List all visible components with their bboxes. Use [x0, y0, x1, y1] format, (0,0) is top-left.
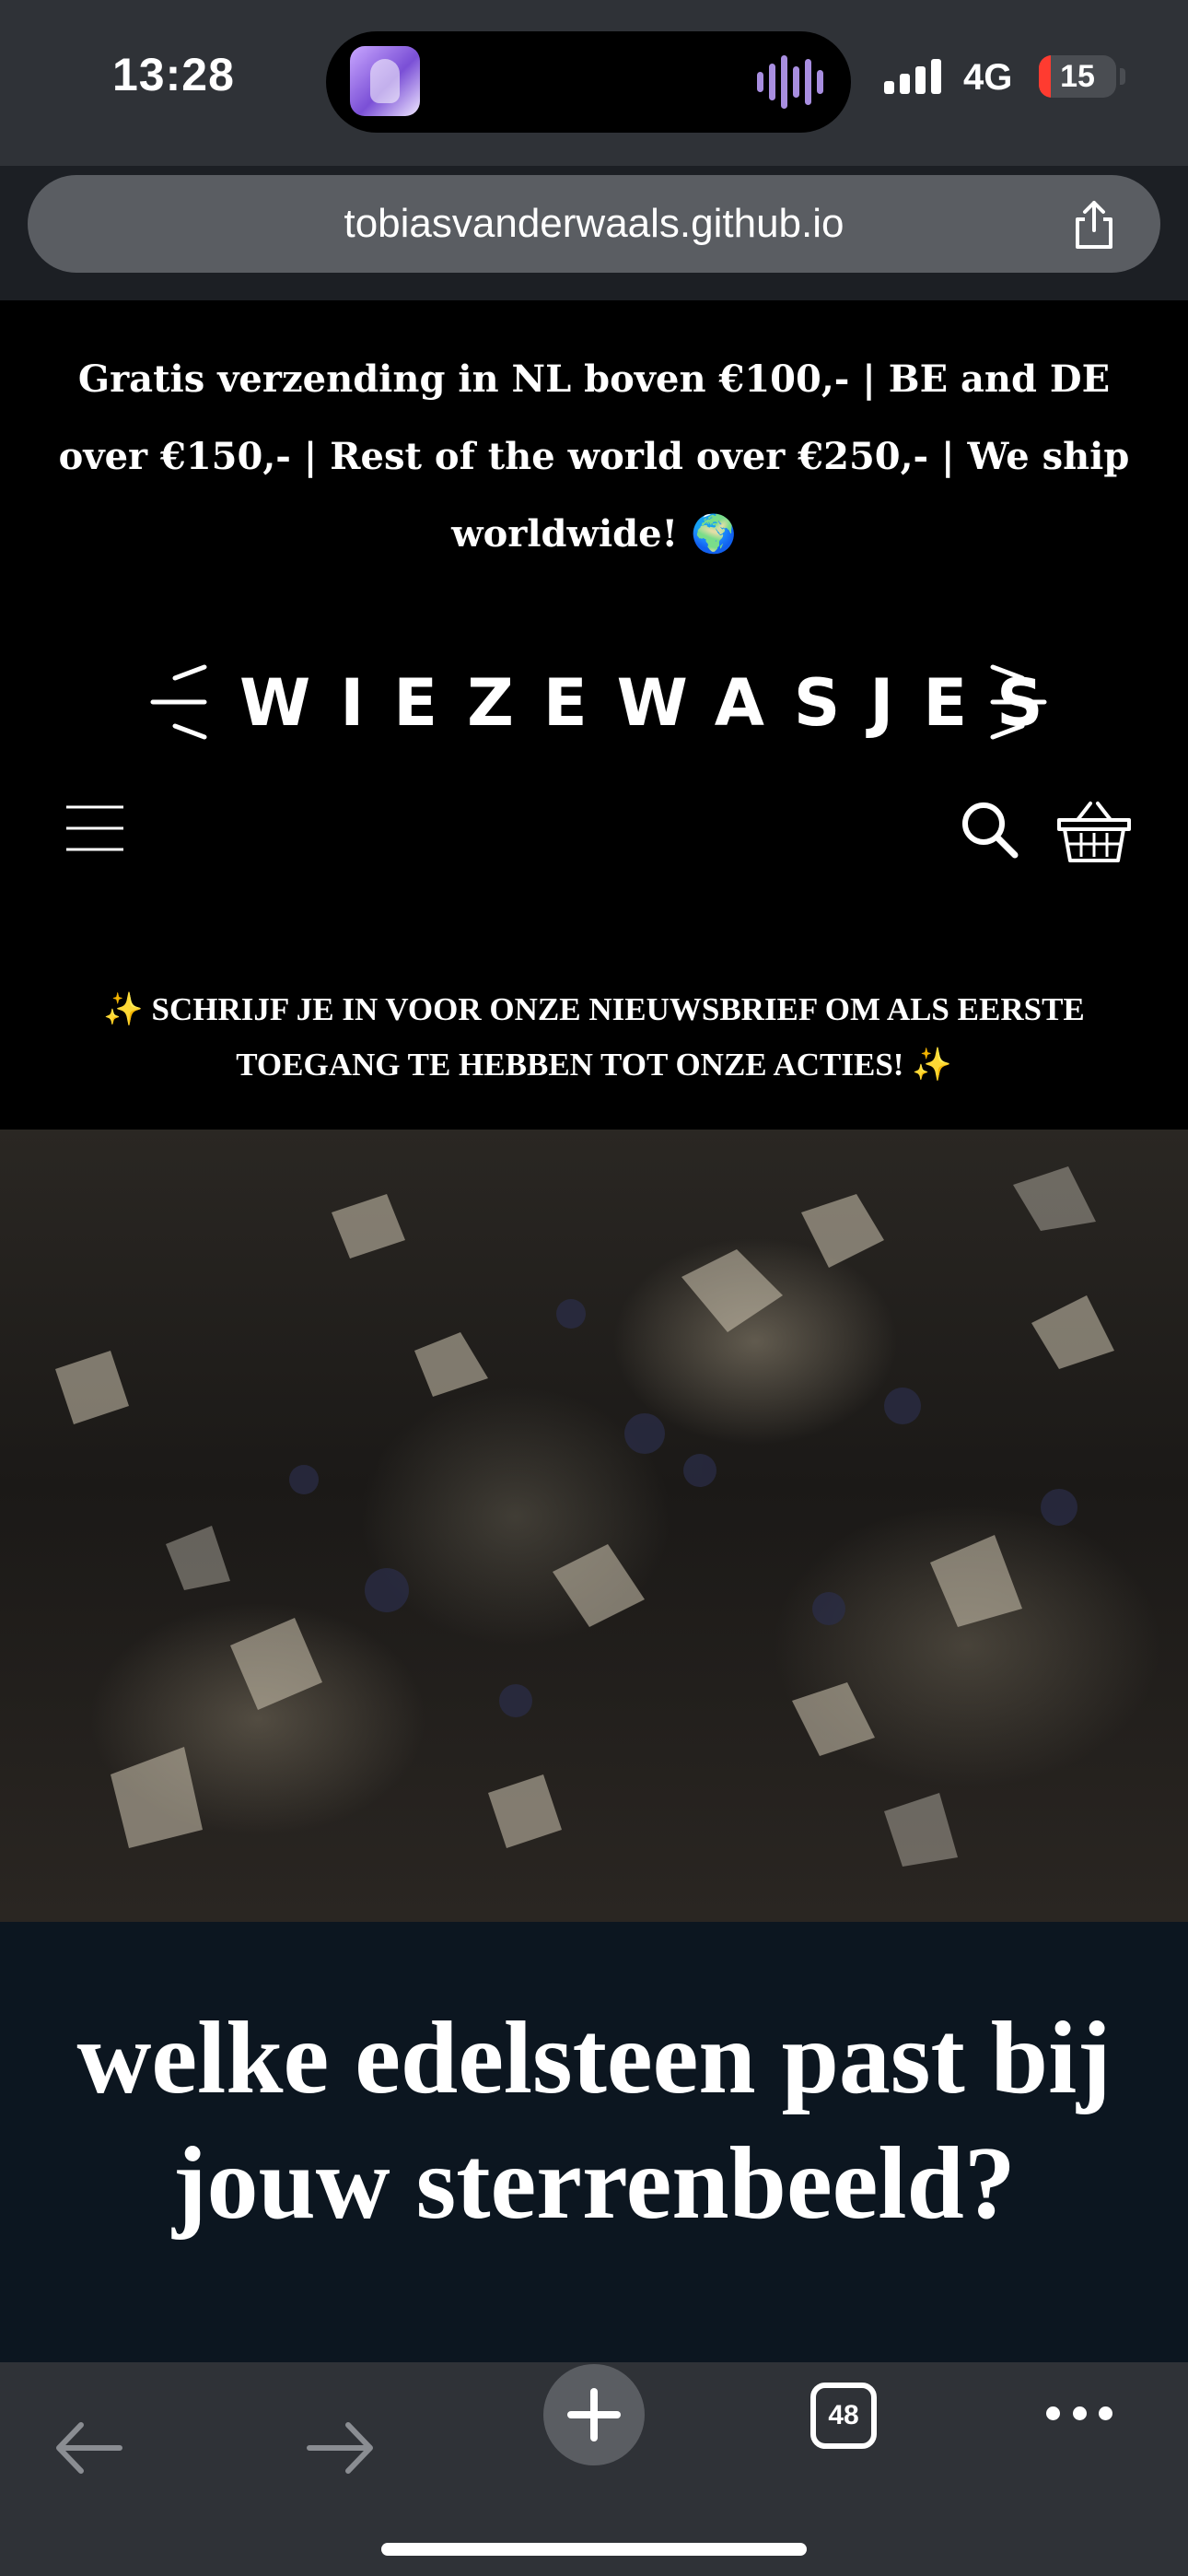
- crystal-texture: [55, 1166, 1114, 1867]
- tab-count: 48: [828, 2400, 859, 2430]
- newsletter-banner[interactable]: ✨ SCHRIJF JE IN VOOR ONZE NIEUWSBRIEF OM…: [64, 982, 1124, 1093]
- url-text[interactable]: tobiasvanderwaals.github.io: [28, 175, 1160, 273]
- back-arrow-icon[interactable]: [52, 2418, 125, 2478]
- battery-level: 15: [1060, 59, 1095, 94]
- hero-image-pyrite: [0, 1130, 1188, 1922]
- tabs-icon[interactable]: 48: [810, 2383, 877, 2449]
- waveform-icon: [757, 55, 823, 109]
- search-icon[interactable]: [958, 798, 1020, 861]
- basket-icon[interactable]: [1057, 800, 1131, 864]
- share-icon[interactable]: [1066, 197, 1122, 252]
- avatar-icon[interactable]: [350, 46, 420, 116]
- more-icon[interactable]: [1046, 2406, 1112, 2425]
- web-page: Gratis verzending in NL boven €100,- | B…: [0, 300, 1188, 2362]
- network-type: 4G: [963, 57, 1013, 98]
- cellular-signal-icon: [884, 57, 941, 94]
- status-time: 13:28: [112, 49, 235, 100]
- site-logo[interactable]: WIEZEWASJES: [138, 660, 1050, 752]
- hero-title: welke edelsteen past bij jouw sterrenbee…: [76, 2001, 1112, 2241]
- status-bar: 13:28 4G 15 tobiasvanderwaals.github.io: [0, 0, 1188, 273]
- home-indicator[interactable]: [381, 2543, 807, 2556]
- shipping-banner: Gratis verzending in NL boven €100,- | B…: [58, 357, 1130, 556]
- dynamic-island[interactable]: [326, 31, 851, 133]
- logo-burst-left-icon: [150, 664, 207, 740]
- menu-icon[interactable]: [64, 803, 125, 853]
- battery-icon: 15: [1039, 55, 1116, 98]
- logo-burst-right-icon: [990, 664, 1047, 740]
- forward-arrow-icon[interactable]: [304, 2418, 378, 2478]
- logo-text: WIEZEWASJES: [239, 665, 1073, 741]
- browser-toolbar: 48: [0, 2362, 1188, 2576]
- plus-icon[interactable]: [543, 2364, 645, 2465]
- address-bar[interactable]: tobiasvanderwaals.github.io: [28, 175, 1160, 273]
- battery-cap: [1120, 68, 1125, 85]
- hero-title-block: welke edelsteen past bij jouw sterrenbee…: [0, 1922, 1188, 2362]
